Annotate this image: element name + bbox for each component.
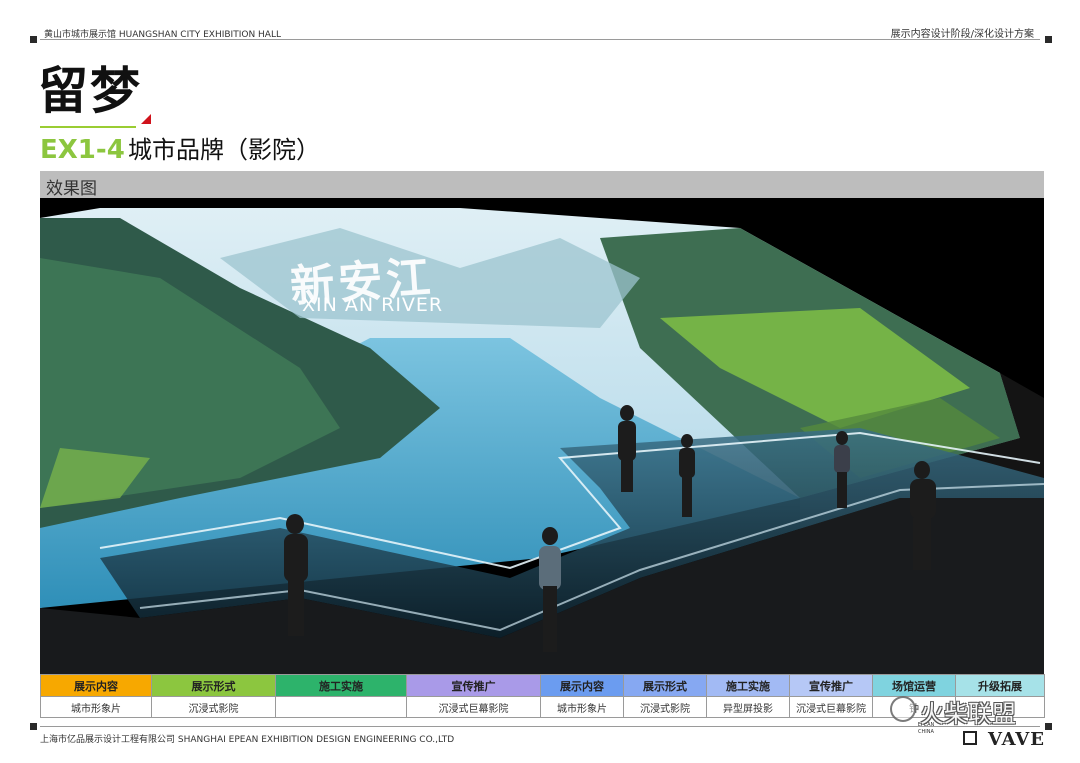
table-cell: 沉浸式影院 bbox=[151, 696, 276, 718]
header-stage: 展示内容设计阶段/深化设计方案 bbox=[890, 29, 1034, 40]
table-cell: 沉浸式巨幕影院 bbox=[406, 696, 541, 718]
square-logo-icon bbox=[963, 731, 977, 745]
table-cell: 沉浸式影院 bbox=[623, 696, 707, 718]
footer-rule bbox=[40, 726, 1040, 727]
table-header-cell: 展示形式 bbox=[623, 674, 707, 697]
corner-mark-bottom-left bbox=[30, 723, 37, 730]
exhibit-code: EX1-4 bbox=[40, 135, 125, 165]
table-header-cell: 施工实施 bbox=[706, 674, 790, 697]
corner-mark-top-left bbox=[30, 36, 37, 43]
table-cell bbox=[275, 696, 407, 718]
table-cell: 沉浸式巨幕影院 bbox=[789, 696, 873, 718]
vave-logo: VAVE bbox=[988, 729, 1045, 750]
river-english-title: XIN AN RIVER bbox=[302, 294, 444, 316]
page-title: 留梦 bbox=[38, 62, 142, 120]
table-header-cell: 展示内容 bbox=[540, 674, 624, 697]
red-triangle-icon bbox=[141, 114, 151, 124]
table-header-cell: 展示形式 bbox=[151, 674, 276, 697]
exhibit-name: 城市品牌（影院） bbox=[128, 136, 320, 164]
table-header-cell: 宣传推广 bbox=[406, 674, 541, 697]
section-label: 效果图 bbox=[46, 179, 97, 199]
table-cell: 城市形象片 bbox=[540, 696, 624, 718]
section-header-bar: 效果图 bbox=[40, 171, 1044, 199]
title-underline bbox=[40, 126, 136, 128]
company-name: 上海市亿品展示设计工程有限公司 SHANGHAI EPEAN EXHIBITIO… bbox=[40, 735, 455, 745]
header-project-title: 黄山市城市展示馆 HUANGSHAN CITY EXHIBITION HALL bbox=[44, 30, 281, 40]
cinema-render-illustration bbox=[40, 208, 1044, 674]
corner-mark-top-right bbox=[1045, 36, 1052, 43]
table-header-cell: 施工实施 bbox=[275, 674, 407, 697]
watermark-text: 火柴联盟 bbox=[920, 700, 1016, 728]
table-header-cell: 展示内容 bbox=[40, 674, 152, 697]
wechat-icon bbox=[890, 696, 916, 722]
watermark: 火柴联盟 bbox=[890, 692, 1050, 728]
table-cell: 城市形象片 bbox=[40, 696, 152, 718]
rendering-image: 新安江 XIN AN RIVER bbox=[40, 198, 1044, 674]
table-cell: 异型屏投影 bbox=[706, 696, 790, 718]
table-header-cell: 宣传推广 bbox=[789, 674, 873, 697]
